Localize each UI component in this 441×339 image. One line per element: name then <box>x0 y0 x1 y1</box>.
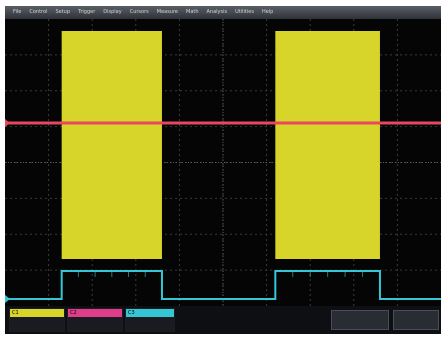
ch3-label: C3 <box>128 310 135 316</box>
trigger-descriptor[interactable] <box>393 310 439 330</box>
menu-cursors[interactable]: Cursors <box>130 6 149 19</box>
ch2-descriptor-body <box>68 317 122 331</box>
ch1-burst-block <box>61 31 162 259</box>
ch3-ground-marker <box>5 295 10 303</box>
channel-info-bar: C1 C2 C3 <box>5 306 441 334</box>
ch1-burst-block <box>275 31 380 259</box>
oscilloscope-screen: File Control Setup Trigger Display Curso… <box>5 6 441 334</box>
menu-control[interactable]: Control <box>29 6 47 19</box>
ch3-descriptor-body <box>126 317 174 331</box>
status-bar <box>0 334 441 339</box>
menu-bar: File Control Setup Trigger Display Curso… <box>5 6 441 19</box>
menu-help[interactable]: Help <box>262 6 273 19</box>
ch1-descriptor[interactable]: C1 <box>9 308 65 332</box>
ch2-label: C2 <box>70 310 77 316</box>
menu-utilities[interactable]: Utilities <box>235 6 254 19</box>
menu-analysis[interactable]: Analysis <box>207 6 228 19</box>
ch3-descriptor-header: C3 <box>126 309 174 317</box>
menu-math[interactable]: Math <box>186 6 199 19</box>
menu-measure[interactable]: Measure <box>157 6 178 19</box>
menu-file[interactable]: File <box>13 6 21 19</box>
menu-setup[interactable]: Setup <box>55 6 70 19</box>
ch2-descriptor[interactable]: C2 <box>67 308 123 332</box>
ch1-descriptor-body <box>10 317 64 331</box>
ch2-descriptor-header: C2 <box>68 309 122 317</box>
waveform-canvas <box>5 19 441 306</box>
waveform-display[interactable] <box>5 19 441 306</box>
ch1-label: C1 <box>12 310 19 316</box>
ch2-ground-marker <box>5 119 10 128</box>
ch3-descriptor[interactable]: C3 <box>125 308 175 332</box>
ch1-descriptor-header: C1 <box>10 309 64 317</box>
menu-display[interactable]: Display <box>103 6 121 19</box>
menu-trigger[interactable]: Trigger <box>78 6 95 19</box>
timebase-descriptor[interactable] <box>331 310 389 330</box>
